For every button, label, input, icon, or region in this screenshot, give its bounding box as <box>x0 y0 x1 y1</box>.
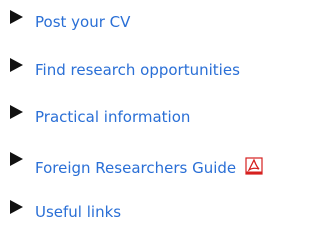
useful-links-link[interactable]: Useful links <box>35 203 121 222</box>
foreign-researchers-guide-label: Foreign Researchers Guide <box>35 159 237 177</box>
post-cv-link[interactable]: Post your CV <box>35 13 130 32</box>
find-research-opportunities-link[interactable]: Find research opportunities <box>35 61 240 80</box>
triangle-bullet-icon <box>10 152 23 166</box>
triangle-bullet-icon <box>10 105 23 119</box>
practical-information-link[interactable]: Practical information <box>35 108 190 127</box>
triangle-bullet-icon <box>10 200 23 214</box>
triangle-bullet-icon <box>10 58 23 72</box>
pdf-icon[interactable] <box>245 157 263 175</box>
foreign-researchers-guide-link[interactable]: Foreign Researchers Guide <box>35 155 263 178</box>
triangle-bullet-icon <box>10 10 23 24</box>
resource-links-list: Post your CV Find research opportunities… <box>0 0 334 241</box>
